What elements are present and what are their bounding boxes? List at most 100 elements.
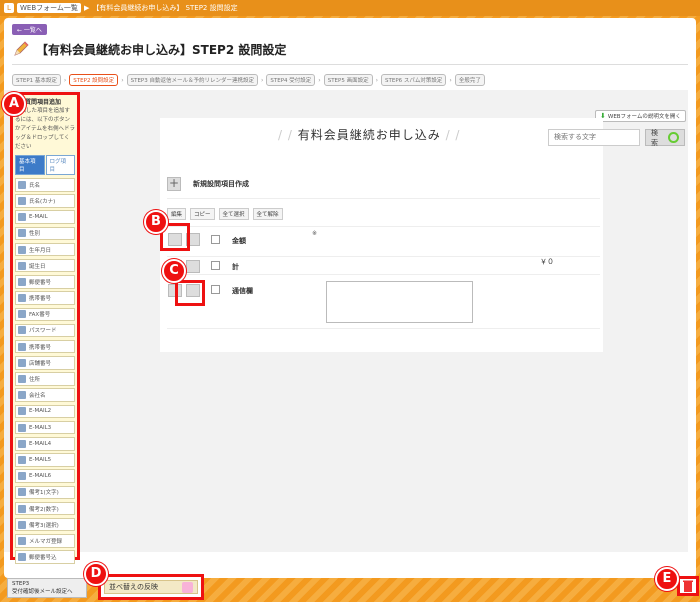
sidebar-item[interactable]: 会社名 xyxy=(15,388,75,402)
step-complete[interactable]: 全般完了 xyxy=(454,74,485,86)
sidebar-item-label: 会社名 xyxy=(29,393,46,400)
field-type-icon xyxy=(18,342,26,351)
sidebar-item[interactable]: パスワード xyxy=(15,323,75,338)
sidebar-item-label: パスワード xyxy=(29,328,57,335)
select-all-button[interactable]: 全て選択 xyxy=(218,208,249,220)
sidebar-item-label: 携帯番号 xyxy=(29,344,52,351)
sidebar-item[interactable]: E-MAIL2 xyxy=(15,404,75,419)
sidebar-item[interactable]: 氏名 xyxy=(15,178,75,192)
field-type-icon xyxy=(18,504,26,513)
question-checkbox[interactable] xyxy=(211,261,220,270)
step-navigation: STEP1 基本設定 › STEP2 設問設定 › STEP3 自動返信メール＆予約… xyxy=(12,74,485,86)
back-button[interactable]: ← 一覧へ xyxy=(12,24,47,35)
question-checkbox[interactable] xyxy=(211,235,220,244)
trash-button[interactable] xyxy=(677,576,699,596)
sidebar-item-label: FAX番号 xyxy=(29,312,51,319)
apply-sort-button[interactable]: 並べ替えの反映 xyxy=(98,574,204,600)
sidebar-item[interactable]: 住所 xyxy=(15,372,75,386)
form-title: / / 有料会員継続お申し込み / / xyxy=(278,128,461,142)
sidebar-item[interactable]: 性別 xyxy=(15,226,75,241)
chevron-right-icon: › xyxy=(318,76,321,84)
step-5[interactable]: STEP5 画面設定 xyxy=(323,74,373,86)
sidebar-item[interactable]: FAX番号 xyxy=(15,307,75,321)
question-label: 金額 xyxy=(232,237,246,245)
sidebar-item[interactable]: 備考2(数字) xyxy=(15,501,75,516)
field-type-icon xyxy=(18,520,26,529)
sidebar-tabs: 基本項目 ログ項目 xyxy=(15,155,75,175)
sidebar-item[interactable]: E-MAIL4 xyxy=(15,437,75,451)
step-3[interactable]: STEP3 自動返信メール＆予約リレンダー連携設定 xyxy=(126,74,258,86)
copy-icon[interactable] xyxy=(186,260,200,273)
field-type-icon xyxy=(18,294,26,303)
breadcrumb-form-list[interactable]: WEBフォーム一覧 xyxy=(17,3,81,13)
field-type-icon xyxy=(18,261,26,270)
sidebar-item[interactable]: 携帯番号 xyxy=(15,339,75,354)
sidebar-item-label: E-MAIL5 xyxy=(29,456,52,463)
sidebar-item[interactable]: 誕生日 xyxy=(15,258,75,273)
question-label: 計 xyxy=(232,263,239,271)
pencil-icon xyxy=(12,40,30,58)
field-type-icon xyxy=(18,488,26,497)
copy-tab[interactable]: コピー xyxy=(190,208,215,220)
divider xyxy=(167,198,600,199)
field-type-icon xyxy=(18,310,26,319)
sidebar-item[interactable]: メルマガ登録 xyxy=(15,534,75,548)
home-icon[interactable]: L xyxy=(4,3,14,13)
form-canvas: / / 有料会員継続お申し込み / / 検索 + 新規設問項目作成 編集 コピー… xyxy=(160,118,685,352)
row-divider xyxy=(167,256,600,257)
question-item-sidebar: 質問項目追加 追加した項目を追加するには、以下のボタンかアイテムを右側へドラッグ… xyxy=(10,92,80,564)
field-type-icon xyxy=(18,358,26,367)
tab-basic-items[interactable]: 基本項目 xyxy=(15,155,45,175)
sidebar-item[interactable]: E-MAIL xyxy=(15,210,75,224)
sidebar-item-label: E-MAIL6 xyxy=(29,473,52,480)
page-title: 【有料会員継続お申し込み】STEP2 設問設定 xyxy=(36,42,287,57)
sidebar-item[interactable]: 郵便番号込 xyxy=(15,550,75,564)
add-question-button[interactable]: + xyxy=(167,177,181,191)
sidebar-item[interactable]: 備考3(選択) xyxy=(15,517,75,532)
search-input[interactable] xyxy=(548,129,640,146)
total-amount: ￥０ xyxy=(540,258,554,266)
sidebar-item[interactable]: 備考1(文字) xyxy=(15,485,75,500)
sidebar-item-label: 店舗番号 xyxy=(29,360,52,367)
sidebar-item[interactable]: 携帯番号 xyxy=(15,291,75,305)
step-4[interactable]: STEP4 受付設定 xyxy=(266,74,316,86)
notch-arrow-icon xyxy=(344,572,354,578)
step3-nav-button[interactable]: STEP3 受付確認後メール設定へ xyxy=(7,578,87,598)
chevron-right-icon: › xyxy=(261,76,264,84)
form-title-text: 有料会員継続お申し込み xyxy=(297,128,441,142)
sidebar-item-label: 住所 xyxy=(29,377,41,383)
sidebar-item[interactable]: E-MAIL3 xyxy=(15,420,75,435)
sidebar-item-label: 生年月日 xyxy=(29,247,52,254)
step-2[interactable]: STEP2 設問設定 xyxy=(69,74,119,86)
sidebar-item[interactable]: 生年月日 xyxy=(15,242,75,257)
sidebar-item-label: メルマガ登録 xyxy=(29,538,63,545)
sidebar-item-label: 備考2(数字) xyxy=(29,506,59,513)
breadcrumb-separator: ▶ xyxy=(83,4,90,12)
comment-textarea[interactable] xyxy=(326,281,473,323)
field-type-icon xyxy=(18,439,26,448)
field-type-icon xyxy=(18,326,26,335)
edit-tab[interactable]: 編集 xyxy=(167,208,187,220)
field-type-icon xyxy=(18,245,26,254)
sidebar-item[interactable]: 氏名(カナ) xyxy=(15,194,75,208)
page-title-row: 【有料会員継続お申し込み】STEP2 設問設定 xyxy=(12,40,286,58)
tab-log-items[interactable]: ログ項目 xyxy=(45,155,75,175)
sidebar-item-label: 郵便番号込 xyxy=(29,555,57,562)
sort-icon xyxy=(182,581,193,593)
sidebar-item[interactable]: 郵便番号 xyxy=(15,275,75,289)
trash-icon xyxy=(683,580,693,592)
sidebar-item[interactable]: E-MAIL6 xyxy=(15,469,75,483)
question-checkbox[interactable] xyxy=(211,285,220,294)
step-6[interactable]: STEP6 スパム対策設定 xyxy=(381,74,447,86)
step-1[interactable]: STEP1 基本設定 xyxy=(12,74,61,86)
form-guide-button[interactable]: ⬇ WEBフォームの説明文を開く xyxy=(595,110,686,122)
annotation-badge-e: E xyxy=(655,567,679,591)
search-button[interactable]: 検索 xyxy=(645,129,685,147)
row-divider xyxy=(167,328,600,329)
deselect-all-button[interactable]: 全て解除 xyxy=(252,208,283,220)
bulk-action-tabs: 編集 コピー 全て選択 全て解除 xyxy=(167,208,283,220)
sidebar-item[interactable]: 店舗番号 xyxy=(15,356,75,370)
sidebar-item[interactable]: E-MAIL5 xyxy=(15,453,75,467)
field-type-icon xyxy=(18,455,26,464)
field-type-icon xyxy=(18,391,26,400)
